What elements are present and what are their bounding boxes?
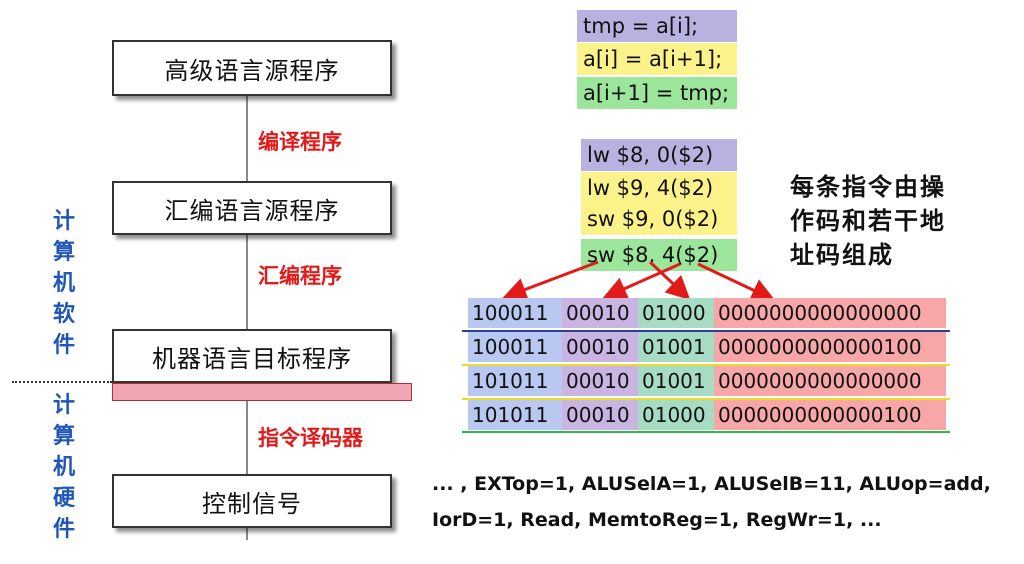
machine-code-row: 100011 00010 01000 0000000000000000 — [468, 298, 946, 328]
rt-cell: 01000 — [638, 298, 714, 328]
rt-cell: 01001 — [638, 366, 714, 396]
opcode-cell: 100011 — [468, 332, 562, 362]
rt-cell: 01000 — [638, 400, 714, 430]
rt-cell: 01001 — [638, 332, 714, 362]
immediate-cell: 0000000000000100 — [714, 332, 946, 362]
row-separator-yellow — [462, 398, 950, 400]
rs-cell: 00010 — [562, 366, 638, 396]
opcode-cell: 101011 — [468, 400, 562, 430]
rt-arrow — [648, 260, 691, 301]
control-signals-line-1: ... , EXTop=1, ALUSelA=1, ALUSelB=11, AL… — [432, 473, 991, 495]
control-signals-line-2: IorD=1, Read, MemtoReg=1, RegWr=1, ... — [432, 509, 882, 531]
immediate-cell: 0000000000000100 — [714, 400, 946, 430]
machine-code-row: 100011 00010 01001 0000000000000100 — [468, 332, 946, 362]
rs-cell: 00010 — [562, 332, 638, 362]
rs-cell: 00010 — [562, 298, 638, 328]
rs-cell: 00010 — [562, 400, 638, 430]
row-separator-green — [462, 431, 950, 433]
machine-code-row: 101011 00010 01000 0000000000000100 — [468, 400, 946, 430]
opcode-cell: 101011 — [468, 366, 562, 396]
immediate-cell: 0000000000000000 — [714, 366, 946, 396]
immediate-arrow — [697, 262, 776, 302]
machine-code-row: 101011 00010 01001 0000000000000000 — [468, 366, 946, 396]
opcode-arrow — [502, 260, 599, 301]
immediate-cell: 0000000000000000 — [714, 298, 946, 328]
opcode-cell: 100011 — [468, 298, 562, 328]
row-separator-yellow — [462, 364, 950, 366]
row-separator-blue — [462, 330, 950, 332]
